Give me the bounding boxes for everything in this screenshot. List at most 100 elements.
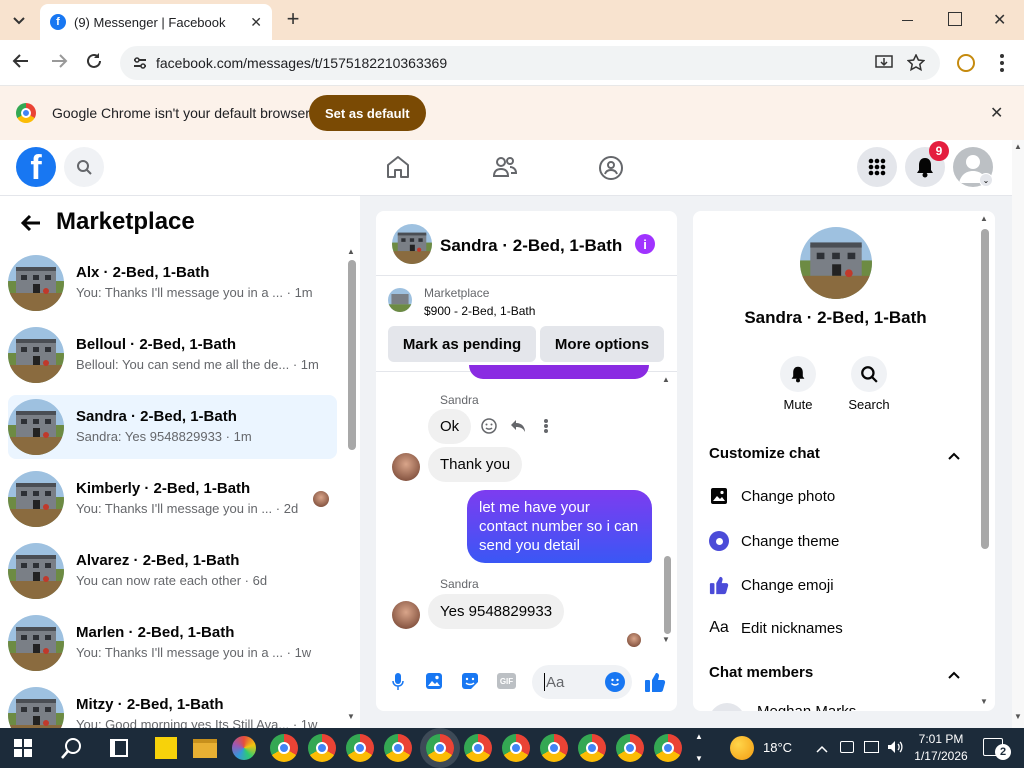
chrome-taskbar-icon[interactable] [654, 734, 682, 762]
search-conversation-button[interactable] [851, 356, 887, 392]
forward-arrow-icon[interactable] [50, 52, 68, 75]
taskbar-search-icon[interactable] [60, 736, 84, 765]
conversation-info-icon[interactable]: i [635, 234, 655, 254]
infobar-close-icon[interactable]: ✕ [990, 103, 1003, 123]
mute-button[interactable] [780, 356, 816, 392]
bookmark-star-icon[interactable] [907, 54, 925, 72]
paint-icon[interactable] [232, 736, 256, 760]
photo-attach-icon[interactable] [425, 672, 443, 695]
file-explorer-icon[interactable] [193, 739, 217, 758]
task-view-icon[interactable] [110, 739, 128, 757]
message-bubble-own[interactable]: let me have your contact number so i can… [467, 490, 652, 563]
send-like-icon[interactable] [644, 671, 666, 698]
clock-date[interactable]: 1/17/2026 [910, 749, 972, 763]
tray-chevron-up-icon[interactable] [816, 740, 828, 758]
sidebar-scrollbar-thumb[interactable] [348, 260, 356, 450]
chrome-taskbar-icon[interactable] [578, 734, 606, 762]
sidebar-scroll-down-icon[interactable]: ▼ [347, 712, 355, 721]
home-tab[interactable] [385, 155, 411, 184]
sidebar-scroll-up-icon[interactable]: ▲ [347, 247, 355, 256]
listing-thumbnail[interactable] [388, 288, 412, 312]
conversation-item[interactable]: Marlen · 2-Bed, 1-Bath You: Thanks I'll m… [8, 611, 337, 675]
edit-nicknames-option[interactable]: Aa Edit nicknames [709, 619, 843, 637]
chrome-taskbar-icon[interactable] [502, 734, 530, 762]
friends-tab[interactable] [492, 155, 518, 184]
tab-search-button[interactable] [8, 10, 30, 32]
details-avatar[interactable] [800, 227, 872, 299]
sticky-notes-icon[interactable] [155, 737, 177, 759]
conversation-item[interactable]: Mitzy · 2-Bed, 1-Bath You: Good morning y… [8, 683, 337, 728]
conversation-item[interactable]: Kimberly · 2-Bed, 1-Bath You: Thanks I'll… [8, 467, 337, 531]
site-info-icon[interactable] [132, 56, 148, 70]
facebook-logo-icon[interactable]: f [16, 147, 56, 187]
details-scrollbar-thumb[interactable] [981, 229, 989, 549]
chrome-taskbar-icon[interactable] [270, 734, 298, 762]
taskbar-overflow-up-icon[interactable]: ▲ [695, 732, 703, 741]
chrome-taskbar-icon[interactable] [464, 734, 492, 762]
chat-scroll-down-icon[interactable]: ▼ [662, 635, 670, 644]
change-photo-option[interactable]: Change photo [709, 487, 835, 505]
more-options-button[interactable]: More options [540, 326, 664, 362]
chrome-taskbar-icon[interactable] [346, 734, 374, 762]
change-theme-option[interactable]: Change theme [709, 531, 839, 551]
volume-tray-icon[interactable] [887, 739, 903, 760]
address-bar[interactable]: facebook.com/messages/t/1575182210363369 [120, 46, 940, 80]
conversation-item[interactable]: Alx · 2-Bed, 1-Bath You: Thanks I'll mess… [8, 251, 337, 315]
chevron-up-icon[interactable] [948, 666, 960, 684]
browser-tab-active[interactable]: f (9) Messenger | Facebook ✕ [40, 4, 272, 40]
message-bubble[interactable]: Yes 9548829933 [428, 594, 565, 629]
member-avatar[interactable] [709, 703, 745, 711]
reply-arrow-icon[interactable] [510, 418, 526, 439]
windows-start-icon[interactable] [14, 739, 32, 757]
camera-tray-icon[interactable] [840, 741, 854, 753]
menu-button[interactable] [857, 147, 897, 187]
mark-as-pending-button[interactable]: Mark as pending [388, 326, 536, 362]
back-arrow-icon[interactable] [12, 52, 30, 75]
kebab-menu-icon[interactable] [1000, 54, 1004, 72]
minimize-button[interactable] [900, 12, 916, 28]
details-scroll-up-icon[interactable]: ▲ [980, 214, 988, 223]
new-tab-button[interactable]: + [282, 8, 304, 30]
emoji-icon[interactable] [605, 672, 625, 692]
search-button[interactable] [64, 147, 104, 187]
weather-icon[interactable] [730, 736, 754, 760]
member-name[interactable]: Meghan Marks [757, 703, 856, 711]
microphone-icon[interactable] [392, 673, 404, 696]
chat-scrollbar-thumb[interactable] [664, 556, 671, 634]
account-chevron-icon[interactable]: ⌄ [979, 173, 993, 187]
network-tray-icon[interactable] [864, 741, 879, 753]
message-bubble[interactable]: Ok [428, 409, 472, 444]
page-scrollbar[interactable]: ▲ ▼ [1012, 140, 1024, 728]
chrome-taskbar-icon[interactable] [616, 734, 644, 762]
weather-temperature[interactable]: 18°C [763, 740, 792, 755]
chat-header-avatar[interactable] [392, 224, 432, 264]
conversation-item[interactable]: Alvarez · 2-Bed, 1-Bath You can now rate … [8, 539, 337, 603]
clock-time[interactable]: 7:01 PM [917, 732, 965, 746]
restore-button[interactable] [948, 12, 962, 26]
chat-header-name[interactable]: Sandra · 2-Bed, 1-Bath [440, 236, 622, 256]
chat-scroll-up-icon[interactable]: ▲ [662, 375, 670, 384]
close-window-button[interactable]: ✕ [993, 10, 1006, 30]
profile-icon[interactable] [957, 54, 975, 72]
install-app-icon[interactable] [875, 55, 893, 71]
reload-icon[interactable] [85, 52, 103, 75]
back-arrow-icon[interactable] [20, 213, 42, 238]
message-more-icon[interactable] [544, 419, 548, 433]
tab-close-icon[interactable]: ✕ [250, 14, 262, 31]
chevron-up-icon[interactable] [948, 447, 960, 465]
chrome-taskbar-icon[interactable] [540, 734, 568, 762]
chrome-taskbar-icon[interactable] [308, 734, 336, 762]
conversation-item[interactable]: Belloul · 2-Bed, 1-Bath Belloul: You can … [8, 323, 337, 387]
change-emoji-option[interactable]: Change emoji [709, 575, 834, 595]
sender-avatar[interactable] [392, 601, 420, 629]
chrome-taskbar-icon[interactable] [384, 734, 412, 762]
details-scroll-down-icon[interactable]: ▼ [980, 697, 988, 706]
react-smiley-icon[interactable] [481, 418, 497, 439]
groups-tab[interactable] [598, 155, 624, 186]
taskbar-overflow-down-icon[interactable]: ▼ [695, 754, 703, 763]
sticker-icon[interactable] [461, 672, 479, 695]
message-bubble[interactable]: Thank you [428, 447, 523, 482]
conversation-item[interactable]: Sandra · 2-Bed, 1-Bath Sandra: Yes 954882… [8, 395, 337, 459]
chat-members-header[interactable]: Chat members [709, 664, 813, 681]
chrome-taskbar-icon[interactable] [426, 734, 454, 762]
